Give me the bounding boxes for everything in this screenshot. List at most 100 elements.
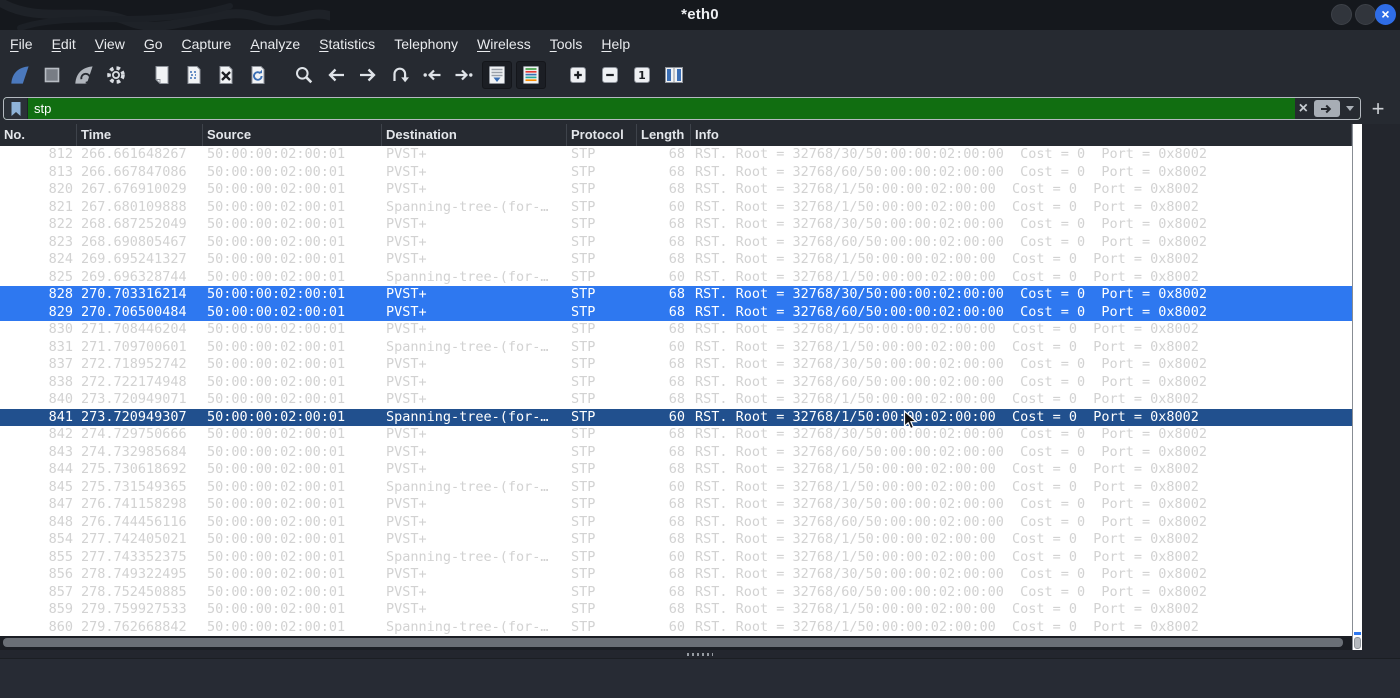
packet-no: 845 xyxy=(48,478,73,495)
packet-row[interactable]: 854 277.742405021 50:00:00:02:00:01 PVST+ ST… xyxy=(0,531,1352,549)
filter-apply-button[interactable] xyxy=(1314,100,1340,117)
packet-no: 823 xyxy=(48,233,73,250)
reload-file-button[interactable] xyxy=(244,61,272,89)
start-capture-button[interactable] xyxy=(6,61,34,89)
packet-no: 838 xyxy=(48,373,73,390)
filter-bookmark-button[interactable] xyxy=(4,98,28,119)
find-packet-button[interactable] xyxy=(290,61,318,89)
pane-splitter[interactable] xyxy=(0,650,1400,658)
packet-time: 277.743352375 xyxy=(81,548,187,565)
packet-time: 279.762668842 xyxy=(81,618,187,635)
packet-protocol: STP xyxy=(571,303,596,320)
horizontal-scrollbar[interactable] xyxy=(0,636,1352,650)
packet-time: 269.696328744 xyxy=(81,268,187,285)
auto-scroll-button[interactable] xyxy=(482,61,512,89)
packet-destination: PVST+ xyxy=(386,373,427,390)
zoom-original-button[interactable]: 1 xyxy=(628,61,656,89)
close-file-icon xyxy=(215,64,237,86)
maximize-button[interactable] xyxy=(1355,4,1376,25)
packet-row[interactable]: 857 278.752450885 50:00:00:02:00:01 PVST+ ST… xyxy=(0,584,1352,602)
packet-time: 275.731549365 xyxy=(81,478,187,495)
packet-row[interactable]: 838 272.722174948 50:00:00:02:00:01 PVST+ ST… xyxy=(0,374,1352,392)
go-first-packet-button[interactable] xyxy=(418,61,446,89)
packet-info: RST. Root = 32768/30/50:00:00:02:00:00 C… xyxy=(695,146,1208,162)
column-header-protocol[interactable]: Protocol xyxy=(567,124,637,146)
packet-row[interactable]: 824 269.695241327 50:00:00:02:00:01 PVST+ ST… xyxy=(0,251,1352,269)
packet-row[interactable]: 831 271.709700601 50:00:00:02:00:01 Spannin… xyxy=(0,339,1352,357)
stop-capture-button[interactable] xyxy=(38,61,66,89)
packet-row[interactable]: 823 268.690805467 50:00:00:02:00:01 PVST+ ST… xyxy=(0,234,1352,252)
minimize-button[interactable] xyxy=(1331,4,1352,25)
close-button[interactable]: × xyxy=(1375,4,1396,25)
column-header-source[interactable]: Source xyxy=(203,124,382,146)
packet-time: 267.680109888 xyxy=(81,198,187,215)
packet-row[interactable]: 822 268.687252049 50:00:00:02:00:01 PVST+ ST… xyxy=(0,216,1352,234)
go-back-button[interactable] xyxy=(322,61,350,89)
column-header-no[interactable]: No. xyxy=(0,124,77,146)
packet-row[interactable]: 825 269.696328744 50:00:00:02:00:01 Spannin… xyxy=(0,269,1352,287)
packet-row[interactable]: 847 276.741158298 50:00:00:02:00:01 PVST+ ST… xyxy=(0,496,1352,514)
menu-help[interactable]: Help xyxy=(601,36,630,52)
save-file-button[interactable] xyxy=(180,61,208,89)
packet-row[interactable]: 830 271.708446204 50:00:00:02:00:01 PVST+ ST… xyxy=(0,321,1352,339)
menu-view[interactable]: View xyxy=(95,36,125,52)
vertical-scrollbar[interactable] xyxy=(1352,124,1362,650)
menu-tools[interactable]: Tools xyxy=(550,36,583,52)
filter-value[interactable]: stp xyxy=(28,98,1295,119)
filter-clear-icon[interactable]: × xyxy=(1299,100,1308,117)
display-filter-input[interactable]: stp × xyxy=(3,97,1361,120)
packet-row[interactable]: 843 274.732985684 50:00:00:02:00:01 PVST+ ST… xyxy=(0,444,1352,462)
packet-time: 272.718952742 xyxy=(81,356,187,372)
packet-info: RST. Root = 32768/1/50:00:00:02:00:00 Co… xyxy=(695,408,1199,425)
packet-row[interactable]: 820 267.676910029 50:00:00:02:00:01 PVST+ ST… xyxy=(0,181,1352,199)
filter-dropdown-caret[interactable] xyxy=(1346,106,1354,111)
menu-file[interactable]: File xyxy=(10,36,33,52)
right-panel-strip xyxy=(1362,124,1400,650)
packet-row[interactable]: 841 273.720949307 50:00:00:02:00:01 Spannin… xyxy=(0,408,1352,426)
filter-add-button[interactable]: + xyxy=(1365,96,1391,122)
go-last-packet-button[interactable] xyxy=(450,61,478,89)
column-header-time[interactable]: Time xyxy=(77,124,203,146)
horizontal-scrollbar-thumb[interactable] xyxy=(3,638,1343,647)
packet-row[interactable]: 828 270.703316214 50:00:00:02:00:01 PVST+ ST… xyxy=(0,286,1352,304)
colorize-packets-button[interactable] xyxy=(516,61,546,89)
packet-row[interactable]: 848 276.744456116 50:00:00:02:00:01 PVST+ ST… xyxy=(0,514,1352,532)
menu-capture[interactable]: Capture xyxy=(182,36,232,52)
menu-go[interactable]: Go xyxy=(144,36,163,52)
packet-row[interactable]: 821 267.680109888 50:00:00:02:00:01 Spannin… xyxy=(0,199,1352,217)
packet-row[interactable]: 860 279.762668842 50:00:00:02:00:01 Spannin… xyxy=(0,619,1352,637)
zoom-in-button[interactable] xyxy=(564,61,592,89)
menu-telephony[interactable]: Telephony xyxy=(394,36,458,52)
packet-row[interactable]: 859 279.759927533 50:00:00:02:00:01 PVST+ ST… xyxy=(0,601,1352,619)
packet-row[interactable]: 840 273.720949071 50:00:00:02:00:01 PVST+ ST… xyxy=(0,391,1352,409)
packet-row[interactable]: 844 275.730618692 50:00:00:02:00:01 PVST+ ST… xyxy=(0,461,1352,479)
menu-edit[interactable]: Edit xyxy=(52,36,76,52)
packet-row[interactable]: 845 275.731549365 50:00:00:02:00:01 Spannin… xyxy=(0,479,1352,497)
column-header-destination[interactable]: Destination xyxy=(382,124,567,146)
arrow-to-first-icon xyxy=(421,64,443,86)
menu-statistics[interactable]: Statistics xyxy=(319,36,375,52)
packet-row[interactable]: 837 272.718952742 50:00:00:02:00:01 PVST+ ST… xyxy=(0,356,1352,374)
capture-options-button[interactable] xyxy=(102,61,130,89)
packet-row[interactable]: 855 277.743352375 50:00:00:02:00:01 Spannin… xyxy=(0,549,1352,567)
packet-row[interactable]: 829 270.706500484 50:00:00:02:00:01 PVST+ ST… xyxy=(0,303,1352,321)
packet-row[interactable]: 812 266.661648267 50:00:00:02:00:01 PVST+ ST… xyxy=(0,146,1352,164)
go-to-packet-button[interactable] xyxy=(386,61,414,89)
restart-capture-button[interactable] xyxy=(70,61,98,89)
menu-analyze[interactable]: Analyze xyxy=(250,36,300,52)
column-header-length[interactable]: Length xyxy=(637,124,691,146)
zoom-out-button[interactable] xyxy=(596,61,624,89)
packet-row[interactable]: 813 266.667847086 50:00:00:02:00:01 PVST+ ST… xyxy=(0,164,1352,182)
packet-row[interactable]: 856 278.749322495 50:00:00:02:00:01 PVST+ ST… xyxy=(0,566,1352,584)
close-file-button[interactable] xyxy=(212,61,240,89)
column-header-info[interactable]: Info xyxy=(691,124,1352,146)
packet-info: RST. Root = 32768/30/50:00:00:02:00:00 C… xyxy=(695,286,1208,302)
open-file-button[interactable] xyxy=(148,61,176,89)
packet-row[interactable]: 842 274.729750666 50:00:00:02:00:01 PVST+ ST… xyxy=(0,426,1352,444)
menu-wireless[interactable]: Wireless xyxy=(477,36,531,52)
resize-columns-button[interactable] xyxy=(660,61,688,89)
filter-controls: × xyxy=(1294,98,1360,119)
go-forward-button[interactable] xyxy=(354,61,382,89)
uturn-arrow-icon xyxy=(389,64,411,86)
vertical-scrollbar-thumb[interactable] xyxy=(1354,637,1361,649)
